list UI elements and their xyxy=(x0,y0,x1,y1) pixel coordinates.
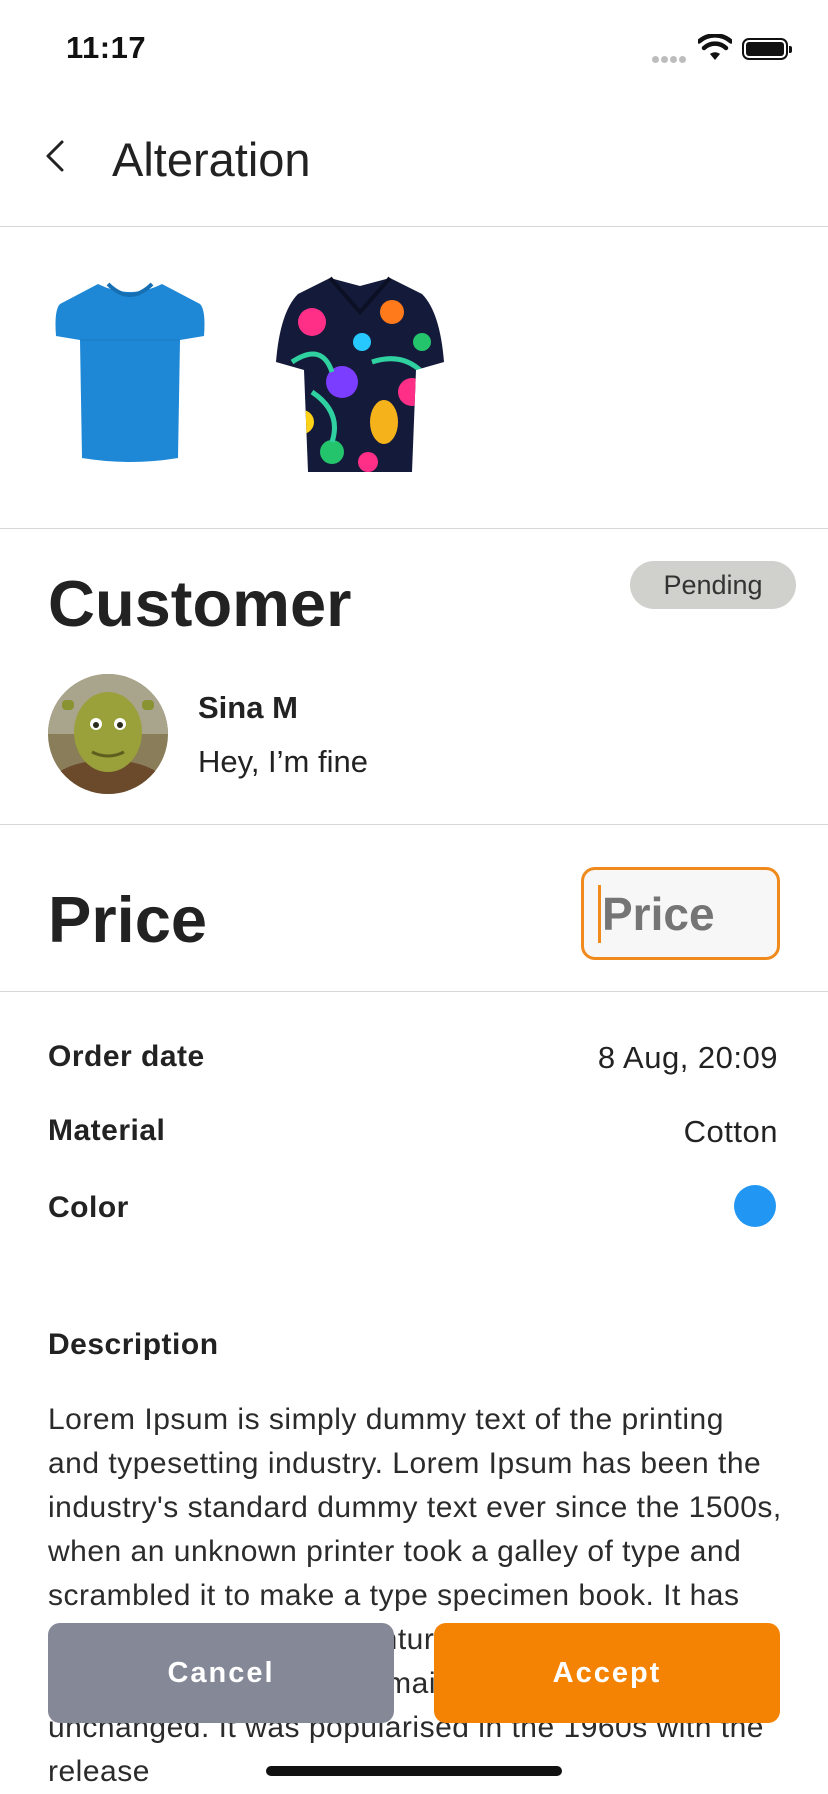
description-label: Description xyxy=(48,1328,219,1361)
order-date-label: Order date xyxy=(48,1040,205,1073)
order-date-value: 8 Aug, 20:09 xyxy=(597,1040,778,1075)
status-time: 11:17 xyxy=(66,30,147,65)
color-swatch xyxy=(734,1185,776,1227)
description-text: Lorem Ipsum is simply dummy text of the … xyxy=(48,1403,782,1788)
product-image-hawaiian-shirt[interactable] xyxy=(272,272,448,478)
accept-button[interactable]: Accept xyxy=(434,1623,780,1723)
wifi-icon xyxy=(698,34,732,60)
status-badge: Pending xyxy=(630,561,796,609)
customer-name: Sina M xyxy=(198,690,298,725)
home-indicator[interactable] xyxy=(266,1766,562,1776)
customer-divider xyxy=(0,824,828,825)
page-title: Alteration xyxy=(112,133,311,186)
product-image-tshirt[interactable] xyxy=(50,270,210,480)
customer-message: Hey, I’m fine xyxy=(198,744,368,779)
material-label: Material xyxy=(48,1114,166,1147)
avatar[interactable] xyxy=(48,674,168,794)
cellular-signal-icon xyxy=(652,50,688,68)
color-label: Color xyxy=(48,1191,129,1224)
cancel-button[interactable]: Cancel xyxy=(48,1623,394,1723)
battery-icon xyxy=(742,38,792,60)
customer-section-title: Customer xyxy=(48,567,352,640)
price-divider xyxy=(0,991,828,992)
products-divider xyxy=(0,528,828,529)
price-section-title: Price xyxy=(48,883,208,956)
header-divider xyxy=(0,226,828,227)
price-input[interactable] xyxy=(581,867,780,960)
back-chevron-icon[interactable] xyxy=(38,136,72,176)
material-value: Cotton xyxy=(683,1114,778,1149)
text-cursor xyxy=(598,885,601,943)
